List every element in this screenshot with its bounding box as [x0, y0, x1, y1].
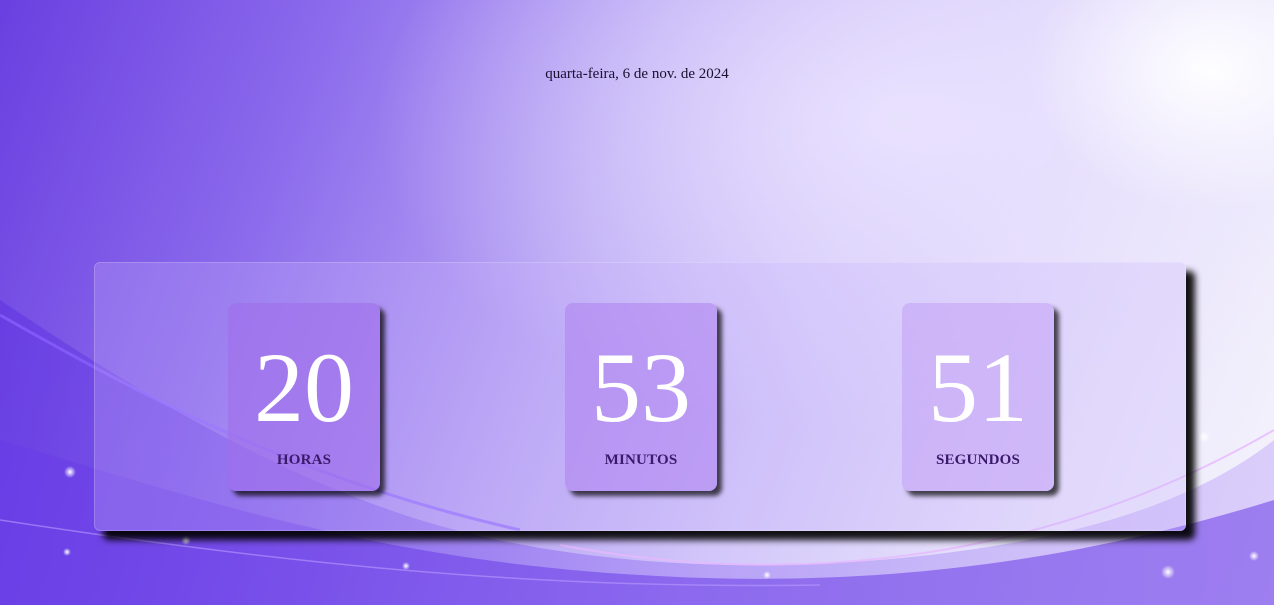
minutes-value: 53	[591, 332, 691, 443]
minutes-label: MINUTOS	[604, 452, 678, 468]
seconds-value: 51	[928, 332, 1028, 443]
hours-value: 20	[254, 332, 354, 443]
seconds-label: SEGUNDOS	[935, 452, 1021, 468]
countdown-panel: 20 HORAS 53 MINUTOS 51 SEGUNDOS	[94, 262, 1186, 531]
hours-card: 20 HORAS	[228, 303, 380, 491]
seconds-card: 51 SEGUNDOS	[902, 303, 1054, 491]
current-date: quarta-feira, 6 de nov. de 2024	[545, 66, 729, 82]
hours-label: HORAS	[276, 452, 332, 468]
minutes-card: 53 MINUTOS	[565, 303, 717, 491]
